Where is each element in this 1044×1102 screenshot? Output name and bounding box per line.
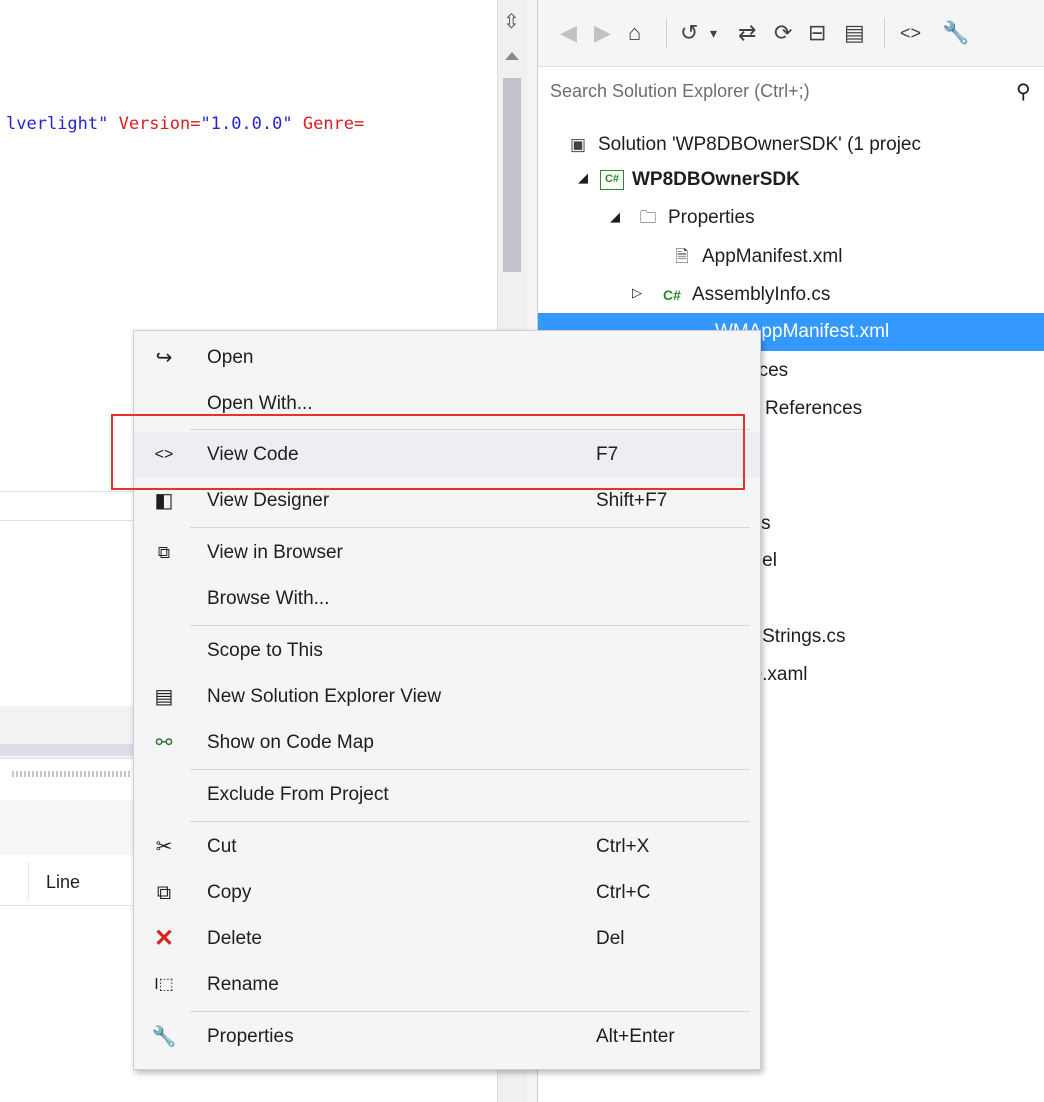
menu-separator	[190, 769, 750, 770]
error-list-toolbar	[0, 800, 133, 855]
menu-item-label: New Solution Explorer View	[207, 686, 442, 707]
copy-icon: ⧉	[156, 882, 172, 904]
tree-node-label: AppManifest.xml	[702, 246, 843, 267]
menu-item-show-on-code-map[interactable]: ⚯ Show on Code Map	[134, 720, 760, 766]
browser-icon: ⧉	[157, 543, 171, 562]
tree-node-properties[interactable]: 🗀 Properties	[636, 199, 755, 237]
menu-separator	[190, 527, 750, 528]
menu-item-label: Rename	[207, 974, 279, 995]
menu-item-label: Delete	[207, 928, 262, 949]
menu-separator	[190, 625, 750, 626]
new-view-icon: ▤	[154, 686, 174, 708]
menu-item-open[interactable]: ↪ Open	[134, 335, 760, 381]
divider	[0, 491, 133, 492]
toolbar-separator	[884, 18, 885, 48]
menu-item-label: Scope to This	[207, 640, 323, 661]
rename-icon: I⬚	[154, 976, 174, 993]
code-token-attribute: Genre=	[292, 114, 365, 134]
menu-item-label: Open	[207, 347, 254, 368]
column-header-line[interactable]: Line	[46, 872, 80, 893]
column-separator[interactable]	[28, 862, 29, 900]
menu-item-browse-with[interactable]: Browse With...	[134, 576, 760, 622]
collapse-all-icon[interactable]: ⊟	[808, 20, 826, 46]
menu-separator	[190, 821, 750, 822]
menu-item-copy[interactable]: ⧉ Copy Ctrl+C	[134, 870, 760, 916]
menu-item-label: View in Browser	[207, 542, 343, 563]
menu-separator	[190, 1011, 750, 1012]
panel-tab-strip	[0, 744, 133, 756]
refresh-icon[interactable]: ⟳	[774, 20, 792, 46]
folder-icon: 🗀	[639, 208, 657, 227]
history-icon[interactable]: ↺	[680, 20, 698, 46]
tree-node-label: AssemblyInfo.cs	[692, 284, 831, 305]
forward-icon[interactable]: ▶	[594, 20, 611, 46]
tree-node-label: WP8DBOwnerSDK	[632, 169, 800, 190]
menu-item-shortcut: Del	[596, 928, 625, 949]
scrollbar-thumb[interactable]	[503, 78, 521, 272]
annotation-highlight-box	[111, 414, 745, 490]
drag-grip[interactable]	[12, 771, 130, 777]
menu-item-label: Cut	[207, 836, 237, 857]
code-token-attribute: Version=	[108, 114, 201, 134]
search-icon[interactable]: ⚲	[1016, 79, 1031, 104]
menu-item-new-solution-explorer-view[interactable]: ▤ New Solution Explorer View	[134, 674, 760, 720]
wrench-icon: 🔧	[151, 1026, 177, 1048]
tree-node-app-manifest[interactable]: 🗎 AppManifest.xml	[670, 238, 842, 276]
menu-item-rename[interactable]: I⬚ Rename	[134, 962, 760, 1008]
sync-icon[interactable]: ⇄	[738, 20, 756, 46]
menu-item-label: Browse With...	[207, 588, 330, 609]
toolbar-separator	[666, 18, 667, 48]
manifest-file-icon: 🗎	[675, 247, 689, 266]
delete-x-icon: ✕	[153, 925, 175, 952]
csharp-project-icon: C#	[600, 169, 624, 190]
code-map-icon: ⚯	[155, 732, 173, 754]
collapse-arrow-icon[interactable]: ◢	[578, 170, 588, 186]
solution-icon: ▣	[569, 135, 587, 154]
menu-item-label: Show on Code Map	[207, 732, 374, 753]
menu-item-shortcut: Alt+Enter	[596, 1026, 675, 1047]
show-all-files-icon[interactable]: ▤	[844, 20, 865, 46]
tree-node-assembly-info[interactable]: C# AssemblyInfo.cs	[660, 276, 830, 314]
chevron-down-icon[interactable]: ▾	[710, 20, 717, 46]
tree-node-label: Solution 'WP8DBOwnerSDK' (1 projec	[598, 134, 921, 155]
code-token-string: "1.0.0.0"	[200, 114, 293, 134]
expand-arrow-icon[interactable]: ▷	[632, 285, 642, 301]
menu-item-label: Copy	[207, 882, 252, 903]
menu-item-properties[interactable]: 🔧 Properties Alt+Enter	[134, 1014, 760, 1060]
back-icon[interactable]: ◀	[560, 20, 577, 46]
menu-item-view-in-browser[interactable]: ⧉ View in Browser	[134, 530, 760, 576]
divider	[0, 520, 133, 521]
menu-item-scope-to-this[interactable]: Scope to This	[134, 628, 760, 674]
tree-node-partial[interactable]: References	[765, 390, 862, 428]
menu-item-delete[interactable]: ✕ Delete Del	[134, 916, 760, 962]
split-window-icon[interactable]: ⇳	[503, 12, 520, 32]
search-box[interactable]: ⚲	[538, 66, 1044, 118]
code-token-string: lverlight"	[6, 114, 109, 134]
tree-node-solution[interactable]: ▣ Solution 'WP8DBOwnerSDK' (1 projec	[566, 126, 921, 164]
scissors-icon: ✂	[155, 836, 173, 858]
properties-icon[interactable]: 🔧	[942, 20, 969, 46]
scroll-up-arrow-icon[interactable]	[505, 52, 519, 60]
code-line: lverlight" Version="1.0.0.0" Genre=	[6, 114, 364, 134]
solution-explorer-toolbar: ◀ ▶ ⌂ ↺ ▾ ⇄ ⟳ ⊟ ▤ <> 🔧	[538, 0, 1044, 66]
csharp-file-icon: C#	[663, 287, 681, 303]
menu-item-label: Exclude From Project	[207, 784, 389, 805]
menu-item-exclude-from-project[interactable]: Exclude From Project	[134, 772, 760, 818]
tree-node-project[interactable]: C# WP8DBOwnerSDK	[600, 161, 800, 199]
menu-item-shortcut: Ctrl+X	[596, 836, 650, 857]
menu-item-shortcut: Ctrl+C	[596, 882, 651, 903]
collapse-arrow-icon[interactable]: ◢	[610, 209, 620, 225]
menu-item-cut[interactable]: ✂ Cut Ctrl+X	[134, 824, 760, 870]
menu-item-label: Properties	[207, 1026, 294, 1047]
view-code-icon[interactable]: <>	[900, 20, 921, 46]
tree-node-label: Properties	[668, 207, 755, 228]
search-input[interactable]	[550, 75, 990, 107]
home-icon[interactable]: ⌂	[628, 20, 641, 46]
open-arrow-icon: ↪	[155, 347, 173, 369]
